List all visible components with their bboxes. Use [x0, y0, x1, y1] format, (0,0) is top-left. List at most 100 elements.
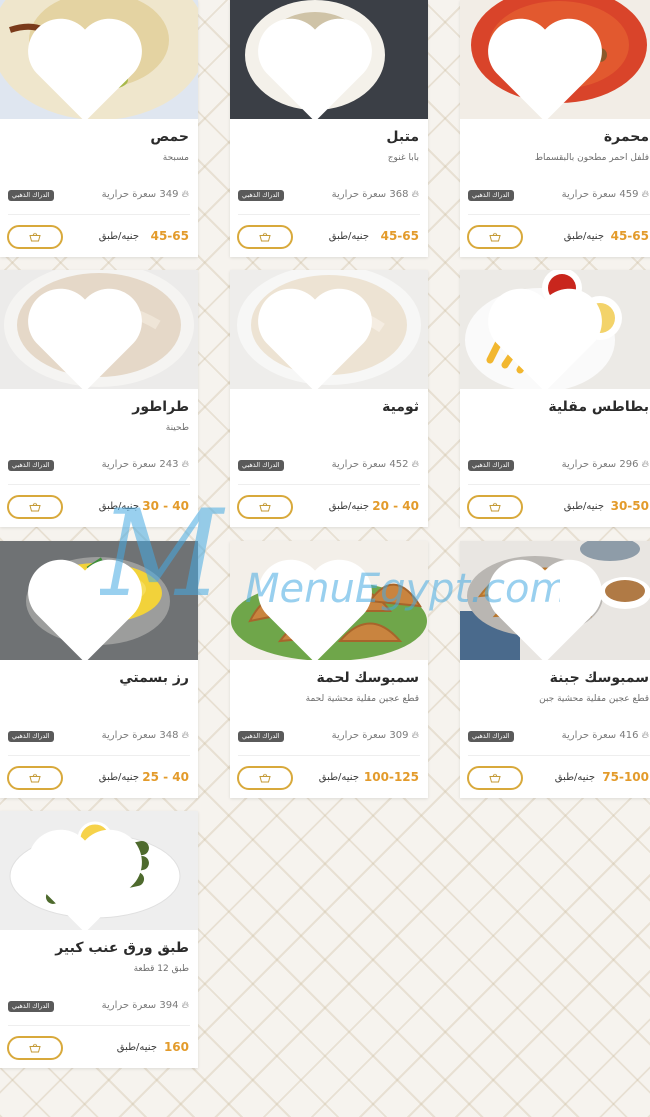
calorie-info: 🔥︎ 459 سعرة حرارية	[562, 189, 649, 200]
calorie-info: 🔥︎ 349 سعرة حرارية	[102, 189, 189, 200]
calorie-value: 394	[159, 1000, 179, 1011]
menu-item-card[interactable]: سمبوسك لحمة قطع عجين مقلية محشية لحمة 🔥︎…	[230, 541, 428, 798]
price-row: 75-100 جنيه/طبق	[460, 766, 649, 790]
add-to-cart-button[interactable]	[7, 1036, 63, 1060]
golden-badge: الدراك الذهبي	[468, 460, 514, 471]
basket-icon	[489, 502, 501, 512]
fire-icon: 🔥︎	[411, 189, 419, 200]
add-to-cart-button[interactable]	[7, 225, 63, 249]
basket-icon	[29, 1043, 41, 1053]
calorie-value: 349	[159, 189, 179, 200]
basket-icon	[29, 232, 41, 242]
dish-image	[0, 811, 198, 930]
calorie-row: 🔥︎ 349 سعرة حرارية الدراك الذهبي	[0, 189, 189, 203]
fire-icon: 🔥︎	[181, 189, 189, 200]
price-value: 45-65	[610, 229, 649, 243]
favorite-heart-icon[interactable]	[0, 819, 184, 930]
calorie-info: 🔥︎ 296 سعرة حرارية	[562, 459, 649, 470]
favorite-heart-icon[interactable]	[460, 278, 644, 389]
favorite-heart-icon[interactable]	[230, 278, 414, 389]
add-to-cart-button[interactable]	[467, 225, 523, 249]
dish-description: قطع عجين مقلية محشية جبن	[539, 694, 649, 704]
calorie-row: 🔥︎ 243 سعرة حرارية الدراك الذهبي	[0, 459, 189, 473]
fire-icon: 🔥︎	[411, 459, 419, 470]
fire-icon: 🔥︎	[641, 189, 649, 200]
add-to-cart-button[interactable]	[237, 495, 293, 519]
price-unit: جنيه/طبق	[116, 1042, 157, 1053]
price-unit: جنيه/طبق	[328, 501, 369, 512]
calorie-row: 🔥︎ 459 سعرة حرارية الدراك الذهبي	[460, 189, 649, 203]
menu-item-card[interactable]: متبل بابا غنوج 🔥︎ 368 سعرة حرارية الدراك…	[230, 0, 428, 257]
dish-description: طبق 12 قطعة	[133, 964, 189, 974]
price-value: 160	[163, 1040, 189, 1054]
divider	[238, 214, 420, 215]
dish-name: ثومية	[382, 399, 419, 415]
calorie-suffix: سعرة حرارية	[101, 730, 157, 741]
dish-name: طبق ورق عنب كبير	[55, 940, 189, 956]
card-body: حمص مسبحة 🔥︎ 349 سعرة حرارية الدراك الذه…	[0, 119, 198, 257]
calorie-value: 243	[159, 459, 179, 470]
favorite-heart-icon[interactable]	[0, 278, 184, 389]
price-unit: جنيه/طبق	[98, 501, 139, 512]
menu-item-card[interactable]: رز بسمتي 🔥︎ 348 سعرة حرارية الدراك الذهب…	[0, 541, 198, 798]
calorie-info: 🔥︎ 368 سعرة حرارية	[332, 189, 419, 200]
add-to-cart-button[interactable]	[467, 495, 523, 519]
calorie-suffix: سعرة حرارية	[561, 189, 617, 200]
price-value: 30 - 40	[142, 499, 189, 513]
price-row: 45-65 جنيه/طبق	[230, 225, 419, 249]
price-row: 30-50 جنيه/طبق	[460, 495, 649, 519]
calorie-info: 🔥︎ 452 سعرة حرارية	[332, 459, 419, 470]
calorie-info: 🔥︎ 309 سعرة حرارية	[332, 730, 419, 741]
menu-item-card[interactable]: طبق ورق عنب كبير طبق 12 قطعة 🔥︎ 394 سعرة…	[0, 811, 198, 1068]
favorite-heart-icon[interactable]	[230, 8, 414, 119]
add-to-cart-button[interactable]	[237, 225, 293, 249]
golden-badge: الدراك الذهبي	[468, 190, 514, 201]
calorie-row: 🔥︎ 296 سعرة حرارية الدراك الذهبي	[460, 459, 649, 473]
favorite-heart-icon[interactable]	[460, 549, 644, 660]
calorie-info: 🔥︎ 348 سعرة حرارية	[102, 730, 189, 741]
add-to-cart-button[interactable]	[237, 766, 293, 790]
divider	[468, 755, 650, 756]
add-to-cart-button[interactable]	[7, 495, 63, 519]
menu-item-card[interactable]: سمبوسك جبنة قطع عجين مقلية محشية جبن 🔥︎ …	[460, 541, 650, 798]
card-body: بطاطس مقلية 🔥︎ 296 سعرة حرارية الدراك ال…	[460, 389, 650, 527]
favorite-heart-icon[interactable]	[230, 549, 414, 660]
price-unit: جنيه/طبق	[328, 231, 369, 242]
price-row: 30 - 40 جنيه/طبق	[0, 495, 189, 519]
price-unit: جنيه/طبق	[563, 231, 604, 242]
calorie-value: 459	[619, 189, 639, 200]
calorie-row: 🔥︎ 394 سعرة حرارية الدراك الذهبي	[0, 1000, 189, 1014]
favorite-heart-icon[interactable]	[0, 549, 184, 660]
dish-name: حمص	[150, 129, 189, 145]
add-to-cart-button[interactable]	[467, 766, 523, 790]
dish-name: محمرة	[603, 129, 649, 145]
calorie-value: 348	[159, 730, 179, 741]
dish-image	[0, 541, 198, 660]
divider	[8, 755, 190, 756]
menu-item-card[interactable]: ثومية 🔥︎ 452 سعرة حرارية الدراك الذهبي 2…	[230, 270, 428, 527]
price-value: 45-65	[380, 229, 419, 243]
golden-badge: الدراك الذهبي	[8, 731, 54, 742]
favorite-heart-icon[interactable]	[460, 8, 644, 119]
dish-description: بابا غنوج	[387, 153, 419, 163]
divider	[8, 1025, 190, 1026]
favorite-heart-icon[interactable]	[0, 8, 184, 119]
golden-badge: الدراك الذهبي	[468, 731, 514, 742]
price-unit: جنيه/طبق	[318, 772, 359, 783]
dish-image	[230, 0, 428, 119]
calorie-value: 452	[389, 459, 409, 470]
golden-badge: الدراك الذهبي	[8, 460, 54, 471]
price-row: 45-65 جنيه/طبق	[0, 225, 189, 249]
menu-item-card[interactable]: طراطور طحينة 🔥︎ 243 سعرة حرارية الدراك ا…	[0, 270, 198, 527]
dish-image	[460, 541, 650, 660]
price-row: 45-65 جنيه/طبق	[460, 225, 649, 249]
basket-icon	[259, 232, 271, 242]
menu-item-card[interactable]: محمرة فلفل احمر مطحون بالبقسماط 🔥︎ 459 س…	[460, 0, 650, 257]
add-to-cart-button[interactable]	[7, 766, 63, 790]
calorie-suffix: سعرة حرارية	[101, 189, 157, 200]
basket-icon	[259, 502, 271, 512]
calorie-row: 🔥︎ 309 سعرة حرارية الدراك الذهبي	[230, 730, 419, 744]
calorie-value: 309	[389, 730, 409, 741]
menu-item-card[interactable]: بطاطس مقلية 🔥︎ 296 سعرة حرارية الدراك ال…	[460, 270, 650, 527]
menu-item-card[interactable]: حمص مسبحة 🔥︎ 349 سعرة حرارية الدراك الذه…	[0, 0, 198, 257]
